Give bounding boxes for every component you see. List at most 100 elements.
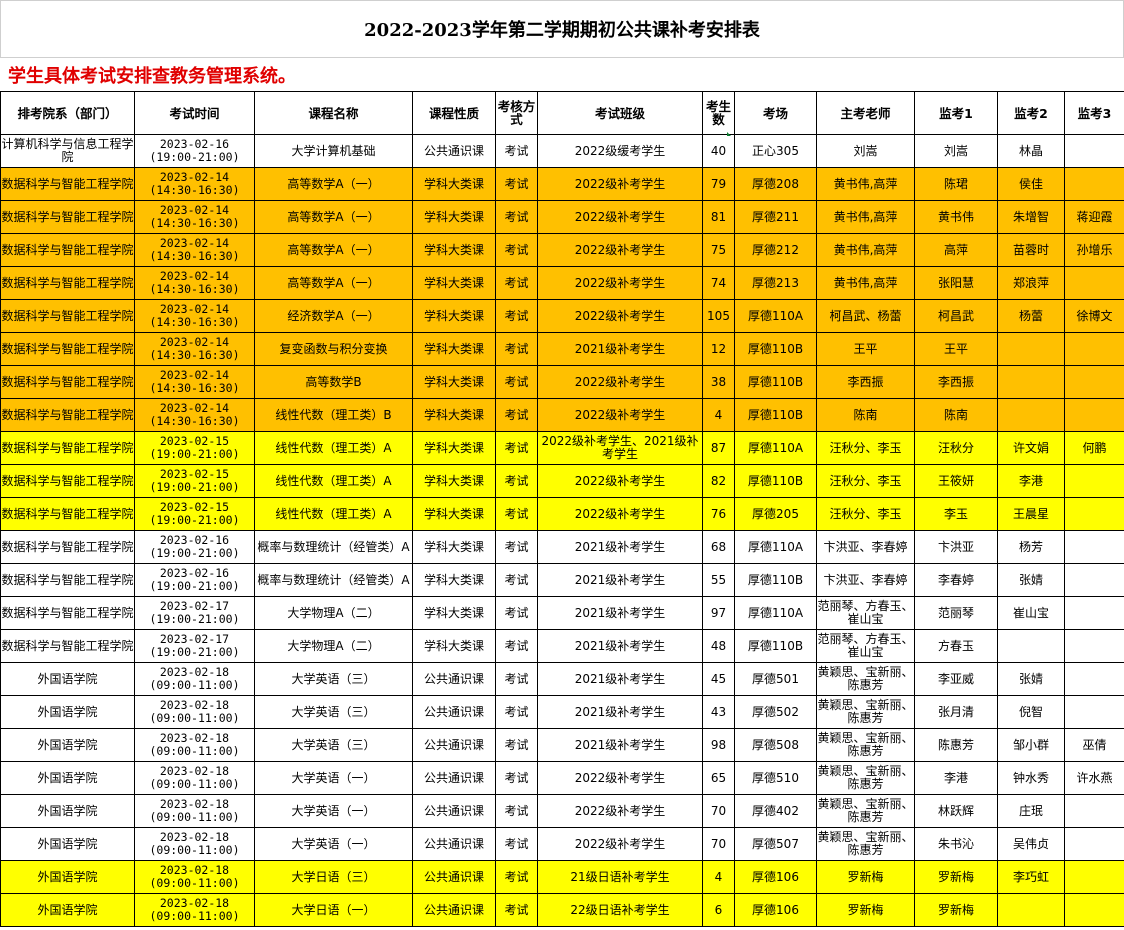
count-cell[interactable]: 38 xyxy=(702,365,735,399)
method-cell[interactable]: 考试 xyxy=(495,662,538,696)
header-cell[interactable]: 课程名称 xyxy=(254,91,413,135)
method-cell[interactable]: 考试 xyxy=(495,167,538,201)
nature-cell[interactable]: 学科大类课 xyxy=(412,266,496,300)
course-cell[interactable]: 大学英语（一） xyxy=(254,761,413,795)
nature-cell[interactable]: 学科大类课 xyxy=(412,332,496,366)
proctor3-cell[interactable] xyxy=(1064,332,1124,366)
proctor3-cell[interactable]: 巫倩 xyxy=(1064,728,1124,762)
course-cell[interactable]: 经济数学A（一） xyxy=(254,299,413,333)
proctor2-cell[interactable]: 李巧虹 xyxy=(997,860,1065,894)
dept-cell[interactable]: 数据科学与智能工程学院 xyxy=(0,464,135,498)
proctor2-cell[interactable]: 王晨星 xyxy=(997,497,1065,531)
room-cell[interactable]: 厚德110B xyxy=(734,563,817,597)
examiner-cell[interactable]: 黄颖思、宝新丽、陈惠芳 xyxy=(816,761,915,795)
proctor1-cell[interactable]: 林跃辉 xyxy=(914,794,998,828)
class-cell[interactable]: 2021级补考学生 xyxy=(537,596,703,630)
examiner-cell[interactable]: 黄书伟,高萍 xyxy=(816,233,915,267)
proctor2-cell[interactable]: 钟水秀 xyxy=(997,761,1065,795)
room-cell[interactable]: 厚德110A xyxy=(734,530,817,564)
class-cell[interactable]: 2021级补考学生 xyxy=(537,662,703,696)
examiner-cell[interactable]: 汪秋分、李玉 xyxy=(816,497,915,531)
dept-cell[interactable]: 数据科学与智能工程学院 xyxy=(0,497,135,531)
proctor1-cell[interactable]: 陈惠芳 xyxy=(914,728,998,762)
examiner-cell[interactable]: 黄书伟,高萍 xyxy=(816,167,915,201)
nature-cell[interactable]: 学科大类课 xyxy=(412,398,496,432)
room-cell[interactable]: 厚德110A xyxy=(734,596,817,630)
nature-cell[interactable]: 学科大类课 xyxy=(412,530,496,564)
method-cell[interactable]: 考试 xyxy=(495,530,538,564)
count-cell[interactable]: 105 xyxy=(702,299,735,333)
proctor3-cell[interactable] xyxy=(1064,794,1124,828)
proctor3-cell[interactable] xyxy=(1064,134,1124,168)
method-cell[interactable]: 考试 xyxy=(495,827,538,861)
nature-cell[interactable]: 学科大类课 xyxy=(412,167,496,201)
dept-cell[interactable]: 数据科学与智能工程学院 xyxy=(0,299,135,333)
dept-cell[interactable]: 数据科学与智能工程学院 xyxy=(0,167,135,201)
dept-cell[interactable]: 数据科学与智能工程学院 xyxy=(0,200,135,234)
proctor1-cell[interactable]: 高萍 xyxy=(914,233,998,267)
nature-cell[interactable]: 学科大类课 xyxy=(412,233,496,267)
course-cell[interactable]: 高等数学A（一） xyxy=(254,266,413,300)
room-cell[interactable]: 厚德502 xyxy=(734,695,817,729)
count-cell[interactable]: 74 xyxy=(702,266,735,300)
class-cell[interactable]: 2022级补考学生 xyxy=(537,266,703,300)
proctor2-cell[interactable]: 许文娟 xyxy=(997,431,1065,465)
dept-cell[interactable]: 外国语学院 xyxy=(0,860,135,894)
method-cell[interactable]: 考试 xyxy=(495,431,538,465)
count-cell[interactable]: 12 xyxy=(702,332,735,366)
count-cell[interactable]: 4 xyxy=(702,398,735,432)
course-cell[interactable]: 大学英语（三） xyxy=(254,662,413,696)
examiner-cell[interactable]: 陈南 xyxy=(816,398,915,432)
dept-cell[interactable]: 数据科学与智能工程学院 xyxy=(0,233,135,267)
examiner-cell[interactable]: 范丽琴、方春玉、崔山宝 xyxy=(816,596,915,630)
proctor3-cell[interactable] xyxy=(1064,167,1124,201)
proctor3-cell[interactable] xyxy=(1064,860,1124,894)
examiner-cell[interactable]: 刘嵩 xyxy=(816,134,915,168)
proctor3-cell[interactable] xyxy=(1064,662,1124,696)
time-cell[interactable]: 2023-02-16 (19:00-21:00) xyxy=(134,563,255,597)
time-cell[interactable]: 2023-02-15 (19:00-21:00) xyxy=(134,464,255,498)
time-cell[interactable]: 2023-02-16 (19:00-21:00) xyxy=(134,134,255,168)
method-cell[interactable]: 考试 xyxy=(495,233,538,267)
dept-cell[interactable]: 数据科学与智能工程学院 xyxy=(0,365,135,399)
course-cell[interactable]: 大学英语（三） xyxy=(254,695,413,729)
room-cell[interactable]: 厚德106 xyxy=(734,860,817,894)
room-cell[interactable]: 正心305 xyxy=(734,134,817,168)
proctor3-cell[interactable] xyxy=(1064,827,1124,861)
count-cell[interactable]: 70 xyxy=(702,827,735,861)
time-cell[interactable]: 2023-02-17 (19:00-21:00) xyxy=(134,629,255,663)
proctor3-cell[interactable] xyxy=(1064,365,1124,399)
course-cell[interactable]: 线性代数（理工类）A xyxy=(254,464,413,498)
time-cell[interactable]: 2023-02-18 (09:00-11:00) xyxy=(134,860,255,894)
nature-cell[interactable]: 公共通识课 xyxy=(412,728,496,762)
proctor1-cell[interactable]: 王筱妍 xyxy=(914,464,998,498)
count-cell[interactable]: 43 xyxy=(702,695,735,729)
time-cell[interactable]: 2023-02-18 (09:00-11:00) xyxy=(134,893,255,927)
proctor2-cell[interactable]: 杨蕾 xyxy=(997,299,1065,333)
proctor1-cell[interactable]: 刘嵩 xyxy=(914,134,998,168)
dept-cell[interactable]: 数据科学与智能工程学院 xyxy=(0,332,135,366)
method-cell[interactable]: 考试 xyxy=(495,266,538,300)
class-cell[interactable]: 2021级补考学生 xyxy=(537,695,703,729)
proctor1-cell[interactable]: 李春婷 xyxy=(914,563,998,597)
time-cell[interactable]: 2023-02-17 (19:00-21:00) xyxy=(134,596,255,630)
course-cell[interactable]: 高等数学A（一） xyxy=(254,167,413,201)
method-cell[interactable]: 考试 xyxy=(495,893,538,927)
proctor2-cell[interactable]: 张婧 xyxy=(997,563,1065,597)
proctor1-cell[interactable]: 卞洪亚 xyxy=(914,530,998,564)
count-cell[interactable]: 75 xyxy=(702,233,735,267)
proctor2-cell[interactable] xyxy=(997,332,1065,366)
header-cell[interactable]: 监考1 xyxy=(914,91,998,135)
time-cell[interactable]: 2023-02-14 (14:30-16:30) xyxy=(134,299,255,333)
proctor1-cell[interactable]: 罗新梅 xyxy=(914,860,998,894)
proctor2-cell[interactable]: 倪智 xyxy=(997,695,1065,729)
proctor2-cell[interactable]: 张婧 xyxy=(997,662,1065,696)
proctor1-cell[interactable]: 朱书沁 xyxy=(914,827,998,861)
course-cell[interactable]: 大学英语（一） xyxy=(254,794,413,828)
count-cell[interactable]: 65 xyxy=(702,761,735,795)
class-cell[interactable]: 22级日语补考学生 xyxy=(537,893,703,927)
method-cell[interactable]: 考试 xyxy=(495,860,538,894)
count-cell[interactable]: 55 xyxy=(702,563,735,597)
proctor2-cell[interactable] xyxy=(997,398,1065,432)
nature-cell[interactable]: 学科大类课 xyxy=(412,299,496,333)
